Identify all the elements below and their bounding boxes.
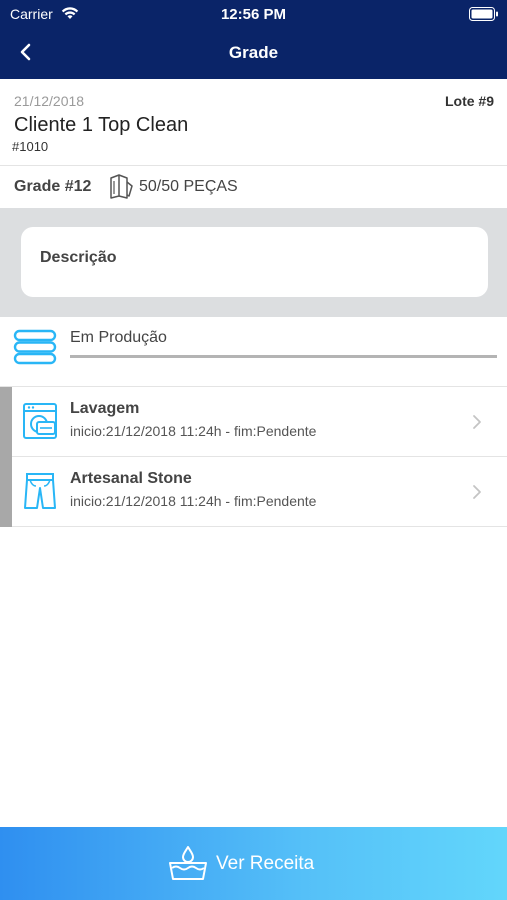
client-name: Cliente 1 Top Clean bbox=[14, 114, 189, 136]
production-progress-bar bbox=[70, 355, 497, 358]
garment-tag-icon bbox=[107, 172, 135, 205]
description-label: Descrição bbox=[40, 249, 117, 266]
stacked-towels-icon bbox=[13, 329, 57, 370]
battery-icon bbox=[469, 7, 499, 26]
navigation-bar: Carrier 12:56 PM Grade bbox=[0, 0, 507, 79]
grade-summary: Grade #12 50/50 PEÇAS bbox=[0, 166, 507, 208]
clock: 12:56 PM bbox=[220, 6, 287, 23]
chevron-right-icon bbox=[472, 484, 482, 505]
status-bar: Carrier 12:56 PM bbox=[0, 0, 507, 28]
page-title: Grade bbox=[228, 43, 279, 62]
step-row-artesanal-stone[interactable]: Artesanal Stone inicio:21/12/2018 11:24h… bbox=[0, 457, 507, 527]
ver-receita-button[interactable]: Ver Receita bbox=[0, 827, 507, 900]
washing-machine-icon bbox=[22, 402, 58, 445]
grade-label: Grade #12 bbox=[14, 178, 92, 195]
client-id: #1010 bbox=[12, 139, 49, 154]
ver-receita-label: Ver Receita bbox=[216, 853, 315, 874]
pieces-count: 50/50 PEÇAS bbox=[139, 178, 238, 195]
step-status-bar bbox=[0, 457, 12, 527]
description-section: Descrição bbox=[0, 208, 507, 317]
order-date: 21/12/2018 bbox=[14, 93, 85, 109]
chevron-right-icon bbox=[472, 414, 482, 435]
pants-icon bbox=[22, 472, 58, 515]
order-header: 21/12/2018 Lote #9 Cliente 1 Top Clean #… bbox=[0, 79, 507, 166]
step-subtitle: inicio:21/12/2018 11:24h - fim:Pendente bbox=[70, 423, 317, 439]
production-status: Em Produção bbox=[0, 317, 507, 387]
description-card[interactable]: Descrição bbox=[21, 227, 488, 297]
step-title: Artesanal Stone bbox=[70, 470, 192, 487]
water-basin-icon bbox=[168, 845, 208, 888]
step-row-lavagem[interactable]: Lavagem inicio:21/12/2018 11:24h - fim:P… bbox=[0, 387, 507, 457]
production-label: Em Produção bbox=[70, 329, 167, 346]
lote-label: Lote #9 bbox=[444, 93, 494, 109]
step-subtitle: inicio:21/12/2018 11:24h - fim:Pendente bbox=[70, 493, 317, 509]
step-status-bar bbox=[0, 387, 12, 457]
step-title: Lavagem bbox=[70, 400, 140, 417]
